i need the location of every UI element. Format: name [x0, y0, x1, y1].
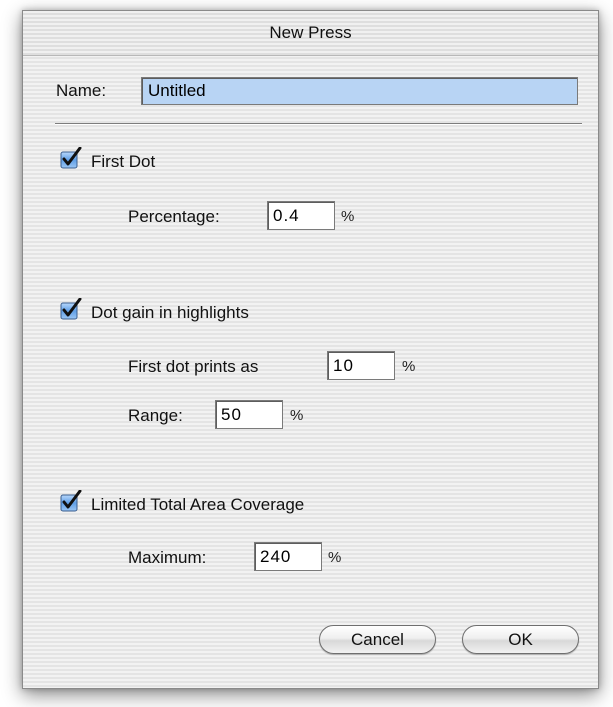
dot-gain-label[interactable]: Dot gain in highlights — [91, 303, 249, 323]
first-dot-prints-field[interactable]: 10 — [327, 351, 395, 380]
new-press-dialog: New Press Name: Untitled First Dot Perce… — [22, 10, 599, 689]
checkmark-icon — [60, 490, 82, 512]
separator-line — [55, 123, 582, 125]
percentage-label: Percentage: — [128, 207, 220, 226]
window-title: New Press — [269, 23, 352, 42]
first-dot-checkbox[interactable] — [60, 147, 82, 169]
maximum-field[interactable]: 240 — [254, 542, 322, 571]
first-dot-prints-label: First dot prints as — [128, 357, 259, 376]
ok-button[interactable]: OK — [462, 625, 579, 654]
name-label: Name: — [56, 81, 107, 100]
cancel-button[interactable]: Cancel — [319, 625, 436, 654]
first-dot-label[interactable]: First Dot — [91, 152, 155, 172]
tac-label[interactable]: Limited Total Area Coverage — [91, 495, 304, 515]
maximum-unit: % — [328, 549, 342, 566]
percentage-unit: % — [341, 208, 355, 225]
first-dot-prints-unit: % — [402, 358, 416, 375]
checkmark-icon — [60, 147, 82, 169]
range-label: Range: — [128, 406, 183, 425]
title-bar[interactable]: New Press — [23, 11, 598, 56]
percentage-field[interactable]: 0.4 — [267, 201, 335, 230]
checkmark-icon — [60, 298, 82, 320]
tac-checkbox[interactable] — [60, 490, 82, 512]
dot-gain-checkbox[interactable] — [60, 298, 82, 320]
range-unit: % — [290, 407, 304, 424]
page-background: New Press Name: Untitled First Dot Perce… — [0, 0, 613, 707]
name-field[interactable]: Untitled — [141, 77, 578, 105]
range-field[interactable]: 50 — [215, 400, 283, 429]
maximum-label: Maximum: — [128, 548, 207, 567]
